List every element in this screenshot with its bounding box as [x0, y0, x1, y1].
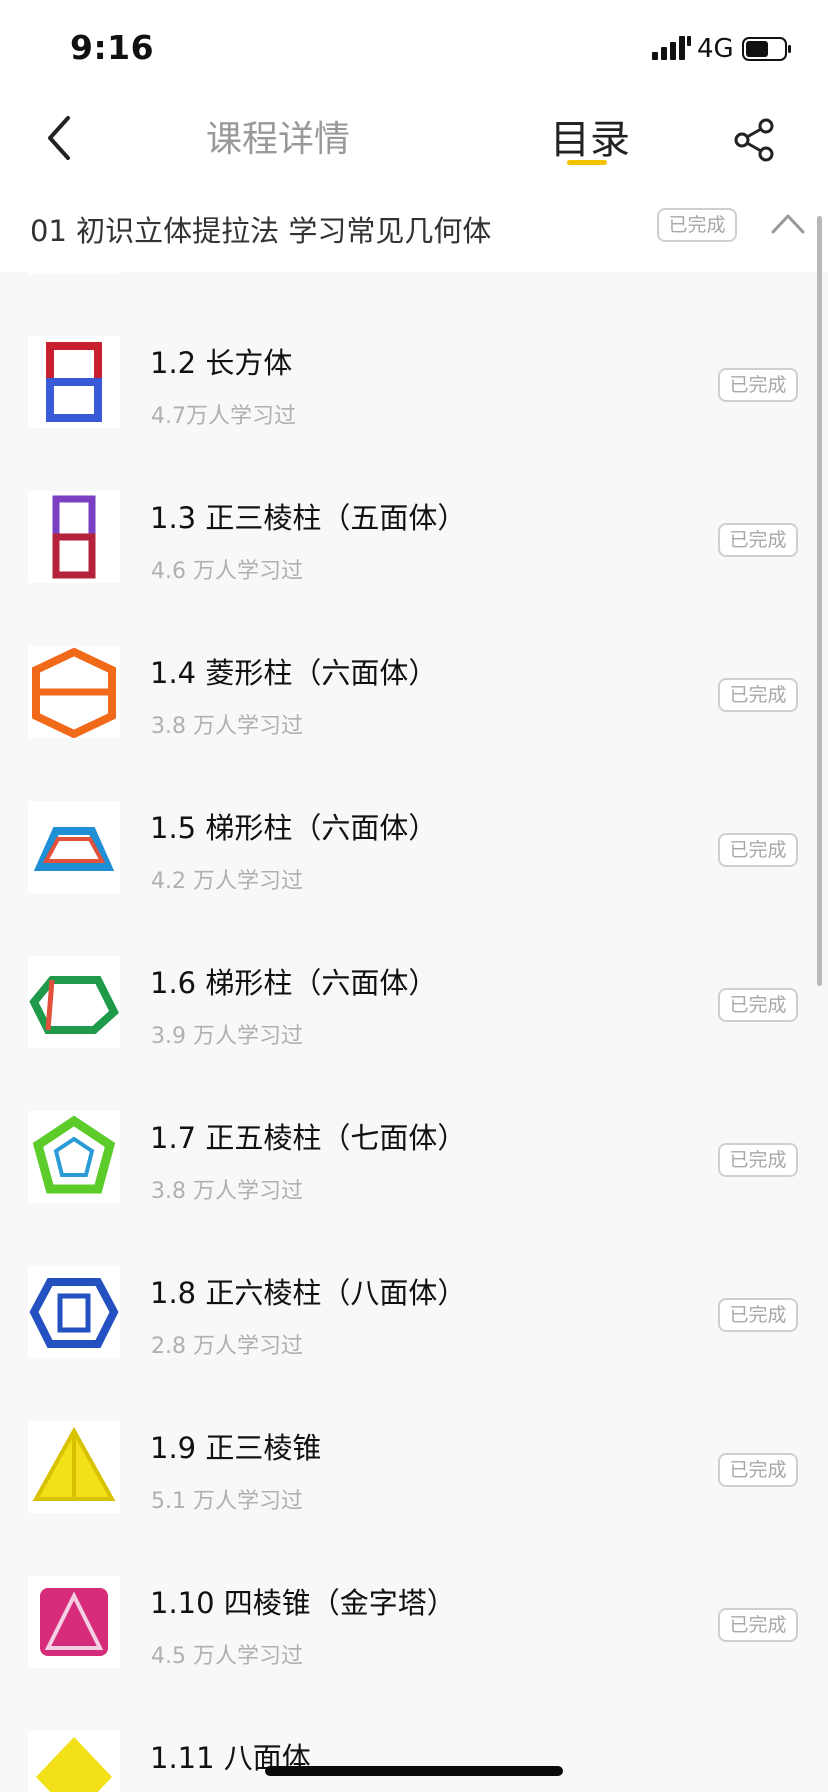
lesson-completed-badge: 已完成 — [718, 368, 798, 402]
lesson-completed-badge: 已完成 — [718, 1453, 798, 1487]
signal-icon — [652, 36, 691, 60]
lesson-title: 1.8 正六棱柱（八面体） — [150, 1276, 467, 1310]
section-title: 01 初识立体提拉法 学习常见几何体 — [30, 214, 492, 248]
list-item[interactable]: 1.11 八面体 — [0, 1705, 828, 1792]
status-bar: 9:16 4G — [0, 0, 828, 96]
list-item[interactable]: 1.3 正三棱柱（五面体） 4.6 万人学习过 已完成 — [0, 465, 828, 620]
lesson-thumbnail — [28, 1731, 120, 1792]
list-item[interactable]: 1.8 正六棱柱（八面体） 2.8 万人学习过 已完成 — [0, 1240, 828, 1395]
geometry-model-icon — [29, 976, 119, 1034]
list-item[interactable]: 1.5 梯形柱（六面体） 4.2 万人学习过 已完成 — [0, 775, 828, 930]
lesson-learner-count: 2.8 万人学习过 — [151, 1334, 303, 1359]
lesson-thumbnail — [28, 1576, 120, 1668]
geometry-model-icon — [33, 827, 115, 871]
lesson-thumbnail — [28, 336, 120, 428]
lesson-learner-count: 3.8 万人学习过 — [151, 714, 303, 739]
lesson-thumbnail — [28, 801, 120, 893]
lesson-learner-count: 4.6 万人学习过 — [151, 559, 303, 584]
lesson-thumbnail — [28, 1421, 120, 1513]
nav-bar: 课程详情 目录 — [0, 96, 828, 186]
lesson-completed-badge: 已完成 — [718, 1608, 798, 1642]
lesson-title: 1.9 正三棱锥 — [150, 1431, 322, 1465]
lesson-learner-count: 7.9 万人学习过 — [151, 272, 303, 276]
list-item[interactable]: 1.10 四棱锥（金字塔） 4.5 万人学习过 已完成 — [0, 1550, 828, 1705]
lesson-completed-badge: 已完成 — [718, 1298, 798, 1332]
geometry-model-icon — [52, 495, 96, 579]
geometry-model-icon — [29, 1278, 119, 1348]
lesson-learner-count: 4.2 万人学习过 — [151, 869, 303, 894]
chevron-up-icon — [771, 214, 805, 234]
back-button[interactable] — [40, 110, 80, 166]
list-item[interactable]: 7.9 万人学习过已完成 — [0, 272, 828, 311]
lesson-title: 1.7 正五棱柱（七面体） — [150, 1121, 467, 1155]
lesson-thumbnail — [28, 491, 120, 583]
collapse-button[interactable] — [770, 208, 806, 238]
list-item[interactable]: 1.9 正三棱锥 5.1 万人学习过 已完成 — [0, 1395, 828, 1550]
lesson-completed-badge: 已完成 — [718, 678, 798, 712]
lesson-thumbnail — [28, 1111, 120, 1203]
lesson-completed-badge: 已完成 — [718, 1143, 798, 1177]
geometry-model-icon — [40, 1588, 108, 1656]
geometry-model-icon — [32, 1115, 116, 1194]
lesson-learner-count: 5.1 万人学习过 — [151, 1489, 303, 1514]
network-type: 4G — [697, 34, 734, 64]
lesson-thumbnail — [28, 272, 120, 274]
list-item[interactable]: 1.6 梯形柱（六面体） 3.9 万人学习过 已完成 — [0, 930, 828, 1085]
lesson-title: 1.6 梯形柱（六面体） — [150, 966, 438, 1000]
lesson-thumbnail — [28, 1266, 120, 1358]
lesson-title: 1.3 正三棱柱（五面体） — [150, 501, 467, 535]
lesson-learner-count: 4.5 万人学习过 — [151, 1644, 303, 1669]
tab-course-detail[interactable]: 课程详情 — [206, 110, 350, 170]
lesson-completed-badge: 已完成 — [718, 833, 798, 867]
lesson-thumbnail — [28, 956, 120, 1048]
geometry-model-icon — [46, 342, 102, 422]
share-button[interactable] — [732, 110, 776, 170]
lesson-title: 1.10 四棱锥（金字塔） — [150, 1586, 456, 1620]
lesson-learner-count: 3.8 万人学习过 — [151, 1179, 303, 1204]
status-time: 9:16 — [70, 28, 155, 67]
geometry-model-icon — [28, 272, 120, 274]
list-item[interactable]: 1.4 菱形柱（六面体） 3.8 万人学习过 已完成 — [0, 620, 828, 775]
lesson-title: 1.5 梯形柱（六面体） — [150, 811, 438, 845]
geometry-model-icon — [32, 1426, 116, 1501]
battery-icon — [742, 37, 791, 61]
active-tab-indicator — [567, 160, 607, 165]
lesson-learner-count: 4.7万人学习过 — [151, 404, 296, 429]
section-header[interactable]: 01 初识立体提拉法 学习常见几何体 已完成 — [0, 186, 828, 272]
lesson-learner-count: 3.9 万人学习过 — [151, 1024, 303, 1049]
chevron-left-icon — [48, 116, 70, 160]
section-completed-badge: 已完成 — [657, 208, 737, 242]
home-indicator[interactable] — [265, 1766, 563, 1776]
lesson-title: 1.4 菱形柱（六面体） — [150, 656, 438, 690]
list-item[interactable]: 1.2 长方体 4.7万人学习过 已完成 — [0, 310, 828, 465]
lesson-completed-badge: 已完成 — [718, 988, 798, 1022]
scrollbar[interactable] — [817, 216, 822, 986]
geometry-model-icon — [36, 1737, 112, 1792]
lesson-completed-badge: 已完成 — [718, 523, 798, 557]
list-item[interactable]: 1.7 正五棱柱（七面体） 3.8 万人学习过 已完成 — [0, 1085, 828, 1240]
lesson-list[interactable]: 7.9 万人学习过已完成1.2 长方体4.7万人学习过已完成1.3 正三棱柱（五… — [0, 272, 828, 1792]
lesson-thumbnail — [28, 646, 120, 738]
share-icon — [734, 118, 774, 162]
geometry-model-icon — [32, 647, 116, 738]
lesson-title: 1.2 长方体 — [150, 346, 293, 380]
